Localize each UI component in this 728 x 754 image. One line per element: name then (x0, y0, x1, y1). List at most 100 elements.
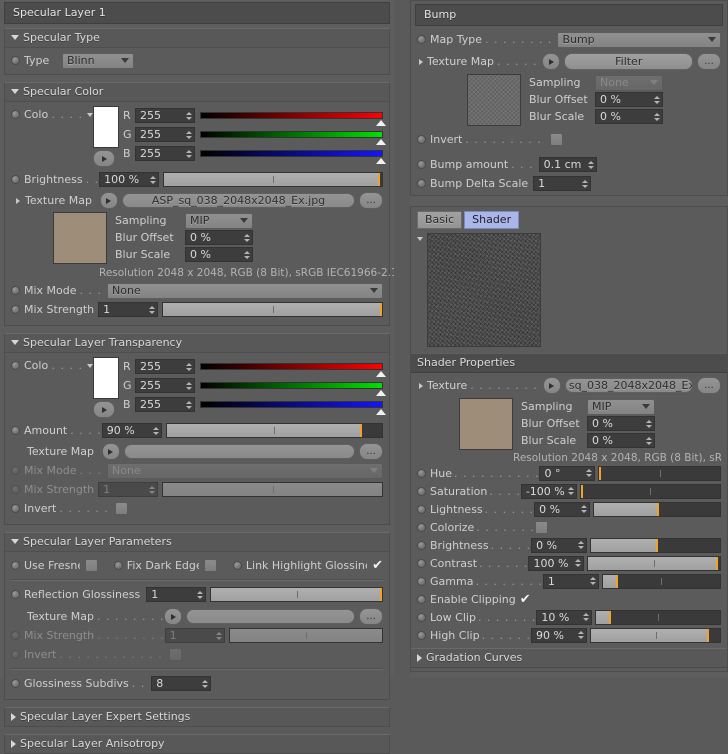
texture-map-field[interactable] (123, 444, 355, 459)
blur-scale-input[interactable]: 0 % (595, 109, 663, 124)
group-header-specular-type[interactable]: Specular Type (5, 29, 389, 48)
bump-delta-scale-input[interactable]: 1 (533, 176, 592, 191)
lightness-slider[interactable] (593, 501, 721, 517)
group-header-specular-parameters[interactable]: Specular Layer Parameters (5, 533, 389, 552)
saturation-slider[interactable] (579, 483, 721, 499)
invert-checkbox[interactable] (114, 502, 128, 515)
hue-input[interactable]: 0 ° (539, 465, 596, 481)
anim-dot-icon[interactable] (11, 650, 20, 659)
chevron-down-icon[interactable] (11, 340, 19, 345)
sampling-dropdown[interactable]: MIP (185, 212, 253, 229)
blur-offset-input[interactable]: 0 % (595, 92, 663, 107)
saturation-input[interactable]: -100 % (520, 483, 577, 499)
spinner-icon[interactable] (186, 111, 192, 120)
color-swatch[interactable] (93, 357, 119, 399)
spinner-icon[interactable] (646, 436, 652, 445)
texture-map-browse-button[interactable]: ... (359, 192, 383, 209)
color-expand-button[interactable] (93, 150, 115, 167)
anim-dot-icon[interactable] (11, 590, 20, 599)
b-gradient-slider[interactable] (200, 150, 386, 164)
anim-dot-icon[interactable] (11, 305, 20, 314)
sampling-dropdown[interactable]: MIP (587, 398, 655, 415)
gamma-slider[interactable] (601, 573, 721, 589)
mix-strength-slider[interactable] (228, 628, 383, 643)
texture-map-play-button[interactable] (542, 53, 561, 70)
anim-dot-icon[interactable] (417, 35, 426, 44)
brightness-input[interactable]: 100 % (99, 172, 160, 187)
brightness-input[interactable]: 0 % (531, 537, 588, 553)
spinner-icon[interactable] (654, 112, 660, 121)
gamma-input[interactable]: 1 (542, 573, 599, 589)
reflection-glossiness-slider[interactable] (210, 587, 383, 602)
group-header-anisotropy[interactable]: Specular Layer Anisotropy (5, 735, 389, 753)
mix-mode-dropdown[interactable]: None (107, 282, 383, 299)
invert-checkbox[interactable] (549, 133, 563, 146)
group-header-specular-transparency[interactable]: Specular Layer Transparency (5, 334, 389, 353)
low-clip-input[interactable]: 10 % (536, 609, 593, 625)
anim-dot-icon[interactable] (11, 56, 20, 65)
blur-offset-input[interactable]: 0 % (185, 230, 253, 245)
texture-map-browse-button[interactable]: ... (359, 443, 383, 460)
anim-dot-icon[interactable] (417, 558, 426, 568)
texture-map-field[interactable]: ASP_sq_038_2048x2048_Ex.jpg (121, 193, 355, 208)
chevron-down-icon[interactable] (11, 539, 19, 544)
invert-checkbox[interactable] (168, 648, 182, 661)
high-clip-slider[interactable] (590, 627, 721, 643)
g-input[interactable]: 255 (135, 127, 195, 142)
spinner-icon[interactable] (149, 305, 156, 314)
tab-shader[interactable]: Shader (464, 211, 520, 229)
contrast-input[interactable]: 100 % (528, 555, 585, 571)
anim-dot-icon[interactable] (11, 561, 20, 570)
r-input[interactable]: 255 (135, 108, 195, 123)
mix-strength-input[interactable]: 1 (164, 628, 225, 643)
texture-play-button[interactable] (542, 377, 561, 394)
spinner-icon[interactable] (646, 419, 652, 428)
reflection-glossiness-input[interactable]: 1 (146, 587, 207, 602)
lightness-input[interactable]: 0 % (534, 501, 591, 517)
spinner-icon[interactable] (586, 469, 593, 477)
anim-dot-icon[interactable] (417, 576, 426, 586)
glossiness-subdivs-input[interactable]: 8 (151, 676, 212, 691)
texture-map-play-button[interactable] (99, 192, 118, 209)
brightness-slider[interactable] (590, 537, 721, 553)
spinner-icon[interactable] (152, 426, 159, 435)
spinner-icon[interactable] (202, 679, 209, 688)
anim-dot-icon[interactable] (11, 175, 20, 184)
spinner-icon[interactable] (589, 577, 596, 585)
anim-dot-icon[interactable] (11, 286, 20, 295)
mix-mode-dropdown[interactable]: None (107, 462, 383, 479)
anim-dot-icon[interactable] (417, 179, 426, 188)
type-dropdown[interactable]: Blinn (62, 52, 134, 69)
use-fresnel-checkbox[interactable] (84, 559, 98, 572)
texture-map-play-button[interactable] (164, 608, 183, 625)
chevron-right-icon[interactable] (419, 382, 423, 389)
mix-strength-input[interactable]: 1 (98, 302, 159, 317)
spinner-icon[interactable] (197, 590, 204, 599)
anim-dot-icon[interactable] (11, 426, 20, 435)
anim-dot-icon[interactable] (417, 468, 426, 478)
mix-strength-slider[interactable] (162, 302, 383, 317)
spinner-icon[interactable] (583, 613, 590, 621)
anim-dot-icon[interactable] (417, 160, 426, 169)
spinner-icon[interactable] (186, 400, 192, 409)
blur-scale-input[interactable]: 0 % (185, 247, 253, 262)
map-type-dropdown[interactable]: Bump (557, 31, 721, 48)
shader-texture-thumbnail[interactable] (459, 398, 513, 450)
spinner-icon[interactable] (587, 160, 594, 169)
anim-dot-icon[interactable] (417, 630, 426, 640)
anim-dot-icon[interactable] (113, 561, 123, 570)
b-input[interactable]: 255 (135, 146, 195, 161)
high-clip-input[interactable]: 90 % (531, 627, 588, 643)
texture-map-browse-button[interactable]: ... (697, 53, 721, 70)
tab-basic[interactable]: Basic (417, 211, 463, 229)
anim-dot-icon[interactable] (11, 361, 20, 370)
anim-dot-icon[interactable] (417, 504, 426, 514)
anim-dot-icon[interactable] (11, 485, 20, 494)
spinner-icon[interactable] (186, 130, 192, 139)
g-gradient-slider[interactable] (200, 131, 386, 145)
group-header-specular-color[interactable]: Specular Color (5, 83, 389, 102)
g-input[interactable]: 255 (135, 378, 195, 393)
mix-strength-slider[interactable] (162, 482, 383, 497)
spinner-icon[interactable] (149, 485, 156, 494)
anim-dot-icon[interactable] (417, 486, 426, 496)
